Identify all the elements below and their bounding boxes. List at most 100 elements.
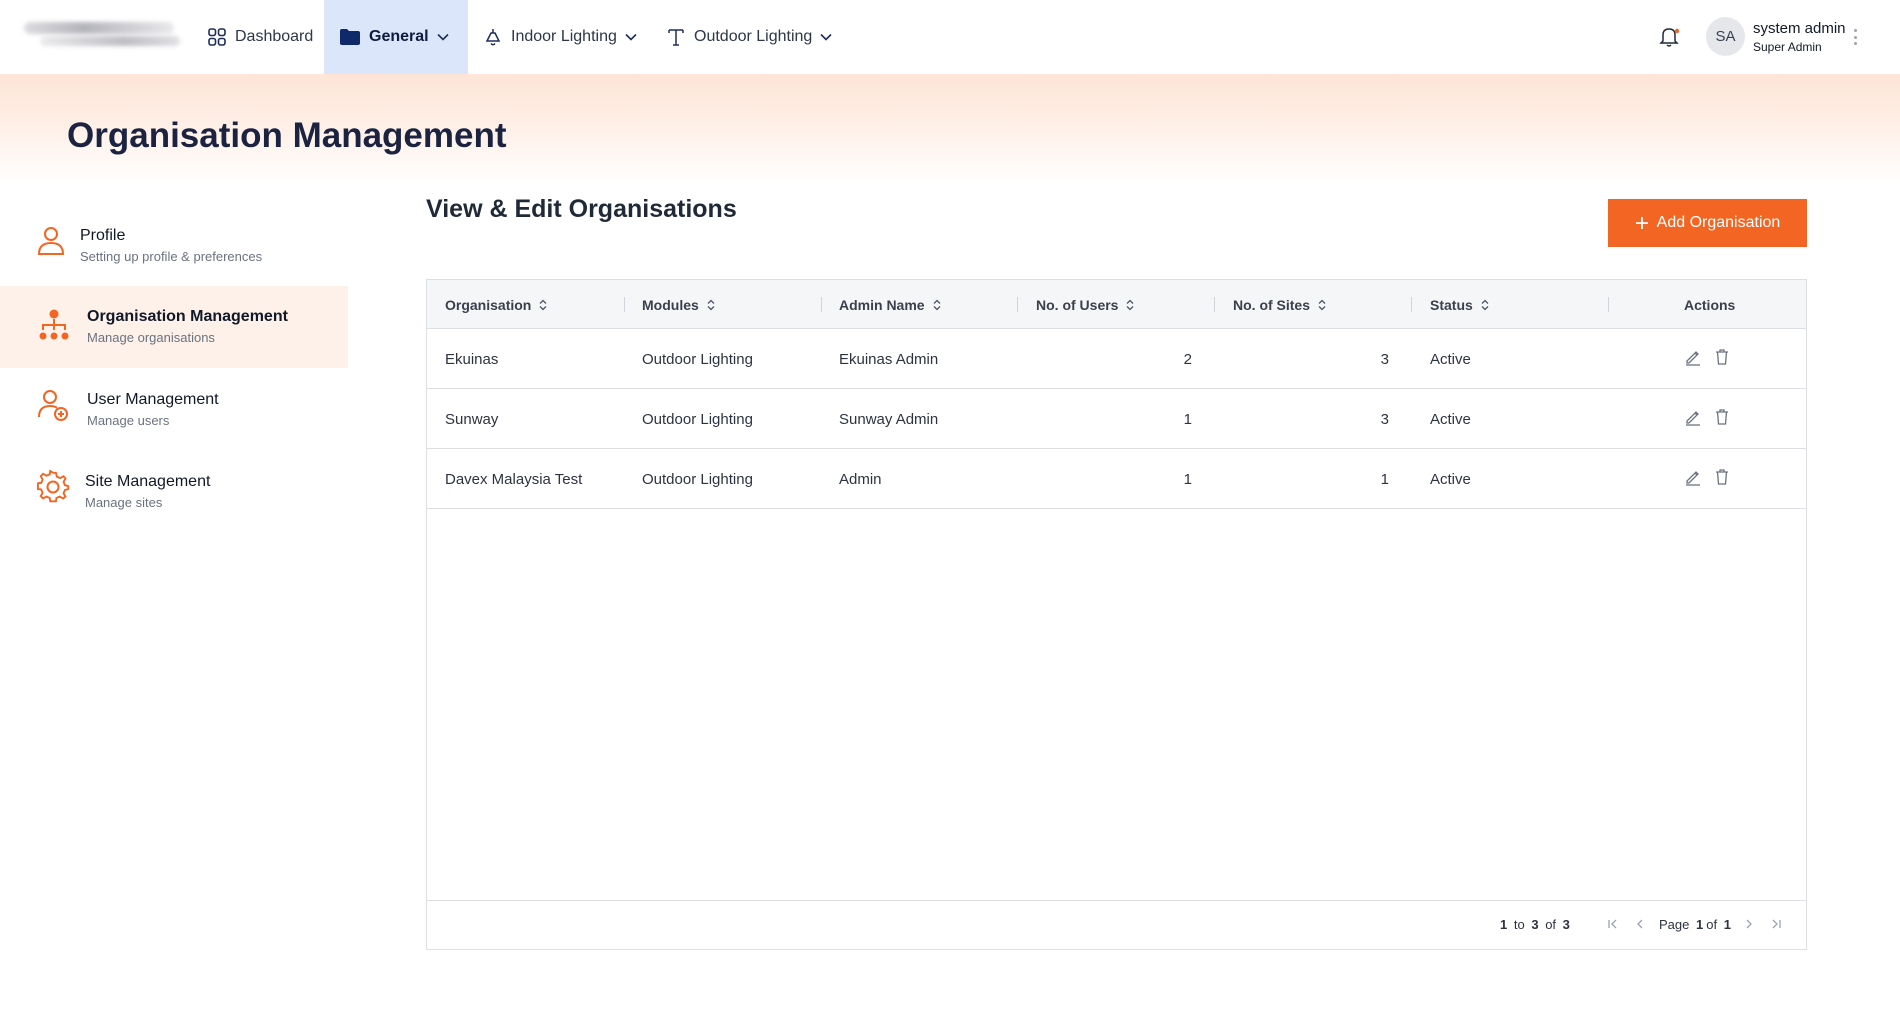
sidebar-item-desc: Manage users [87, 413, 170, 428]
cell-modules: Outdoor Lighting [642, 470, 753, 488]
sidebar-item-organisation-management[interactable]: Organisation Management Manage organisat… [0, 286, 348, 368]
dot [1853, 29, 1857, 32]
cell-no-of-sites: 3 [1380, 410, 1389, 428]
cell-organisation: Ekuinas [445, 350, 499, 368]
sort-icon [1127, 299, 1134, 310]
column-separator[interactable] [624, 297, 625, 312]
nav-indoor-label: Indoor Lighting [511, 28, 617, 45]
sidebar-item-site-management[interactable]: Site Management Manage sites [0, 456, 348, 538]
cell-admin-name: Ekuinas Admin [839, 350, 939, 368]
dashboard-icon [208, 28, 226, 46]
cell-admin-name: Admin [839, 470, 882, 488]
table-row[interactable]: Davex Malaysia Test Outdoor Lighting Adm… [427, 449, 1806, 509]
to-word: to [1513, 917, 1525, 932]
cell-modules: Outdoor Lighting [642, 350, 753, 368]
cell-no-of-sites: 1 [1380, 470, 1389, 488]
top-navbar: Dashboard General Indoor Lighting Outdoo… [0, 0, 1900, 74]
nav-outdoor-lighting[interactable]: Outdoor Lighting [666, 0, 832, 74]
organisations-table: Organisation Modules Admin Name No. of U… [426, 279, 1807, 950]
nav-dashboard-label: Dashboard [235, 28, 314, 45]
sidebar-item-label: Profile [80, 227, 126, 244]
table-row[interactable]: Ekuinas Outdoor Lighting Ekuinas Admin 2… [427, 329, 1806, 389]
sidebar-item-label: Organisation Management [87, 308, 288, 325]
column-header-no-of-sites[interactable]: No. of Sites [1233, 280, 1326, 329]
page-word: Page [1659, 917, 1690, 932]
edit-icon[interactable] [1684, 348, 1702, 366]
next-page-icon[interactable] [1741, 916, 1757, 932]
row-total: 3 [1562, 917, 1570, 932]
cell-organisation: Sunway [445, 410, 499, 428]
pagination-bar: 1 to 3 of 3 Page 1 of 1 [427, 900, 1806, 949]
chevron-down-icon [437, 33, 449, 41]
cell-admin-name: Sunway Admin [839, 410, 939, 428]
page-indicator: Page 1 of 1 [1659, 917, 1734, 932]
plus-icon [1635, 217, 1648, 229]
add-organisation-button[interactable]: Add Organisation [1608, 199, 1807, 247]
row-count-summary: 1 to 3 of 3 [1500, 917, 1573, 932]
column-header-label: Status [1430, 296, 1473, 313]
sidebar-item-user-management[interactable]: User Management Manage users [0, 374, 348, 456]
lamp-icon [485, 29, 501, 46]
user-role: Super Admin [1753, 40, 1822, 54]
column-header-admin-name[interactable]: Admin Name [839, 280, 941, 329]
column-header-label: Modules [642, 296, 699, 313]
nav-indoor-lighting[interactable]: Indoor Lighting [483, 0, 637, 74]
column-header-label: No. of Users [1036, 296, 1119, 313]
trash-icon[interactable] [1713, 468, 1731, 486]
last-page-icon[interactable] [1768, 916, 1784, 932]
user-name[interactable]: system admin [1753, 20, 1846, 37]
column-header-label: No. of Sites [1233, 296, 1311, 313]
section-title: View & Edit Organisations [426, 195, 737, 223]
nav-dashboard[interactable]: Dashboard [207, 0, 313, 74]
prev-page-icon[interactable] [1632, 916, 1648, 932]
column-header-modules[interactable]: Modules [642, 280, 715, 329]
column-separator[interactable] [1017, 297, 1018, 312]
cell-status: Active [1430, 470, 1471, 488]
column-separator[interactable] [821, 297, 822, 312]
cell-no-of-users: 1 [1183, 410, 1192, 428]
notification-button[interactable] [1656, 24, 1682, 50]
chevron-down-icon [625, 33, 637, 41]
sort-icon [933, 299, 941, 310]
edit-icon[interactable] [1684, 408, 1702, 426]
gear-icon [36, 470, 70, 503]
column-header-label: Organisation [445, 296, 532, 313]
logo-blur-line [40, 36, 180, 46]
edit-icon[interactable] [1684, 468, 1702, 486]
nav-general[interactable]: General [324, 0, 468, 74]
cell-no-of-users: 1 [1183, 470, 1192, 488]
of-word: of [1706, 917, 1718, 932]
chevron-down-icon [820, 33, 832, 41]
column-header-actions: Actions [1684, 280, 1735, 329]
row-to: 3 [1531, 917, 1539, 932]
sidebar-item-profile[interactable]: Profile Setting up profile & preferences [0, 210, 348, 292]
avatar-initials: SA [1715, 28, 1736, 45]
column-separator[interactable] [1411, 297, 1412, 312]
column-header-status[interactable]: Status [1430, 280, 1489, 329]
column-separator[interactable] [1214, 297, 1215, 312]
cell-status: Active [1430, 410, 1471, 428]
table-row[interactable]: Sunway Outdoor Lighting Sunway Admin 1 3… [427, 389, 1806, 449]
cell-status: Active [1430, 350, 1471, 368]
brand-logo[interactable] [24, 20, 180, 50]
sidebar-item-label: User Management [87, 391, 219, 408]
first-page-icon[interactable] [1605, 916, 1621, 932]
nav-outdoor-label: Outdoor Lighting [694, 28, 813, 45]
table-header: Organisation Modules Admin Name No. of U… [427, 280, 1806, 329]
sort-icon [1481, 299, 1489, 310]
column-separator[interactable] [1608, 297, 1609, 312]
trash-icon[interactable] [1713, 348, 1731, 366]
folder-icon [340, 29, 360, 45]
trash-icon[interactable] [1713, 408, 1731, 426]
cell-modules: Outdoor Lighting [642, 410, 753, 428]
user-add-icon [38, 390, 68, 421]
column-header-no-of-users[interactable]: No. of Users [1036, 280, 1134, 329]
cell-no-of-sites: 3 [1380, 350, 1389, 368]
more-options-button[interactable] [1850, 26, 1860, 48]
add-organisation-label: Add Organisation [1656, 214, 1781, 231]
avatar[interactable]: SA [1706, 17, 1745, 56]
column-header-organisation[interactable]: Organisation [445, 280, 547, 329]
logo-blur-line [24, 22, 174, 34]
sort-icon [539, 299, 547, 310]
sidebar-item-desc: Manage organisations [87, 330, 215, 345]
